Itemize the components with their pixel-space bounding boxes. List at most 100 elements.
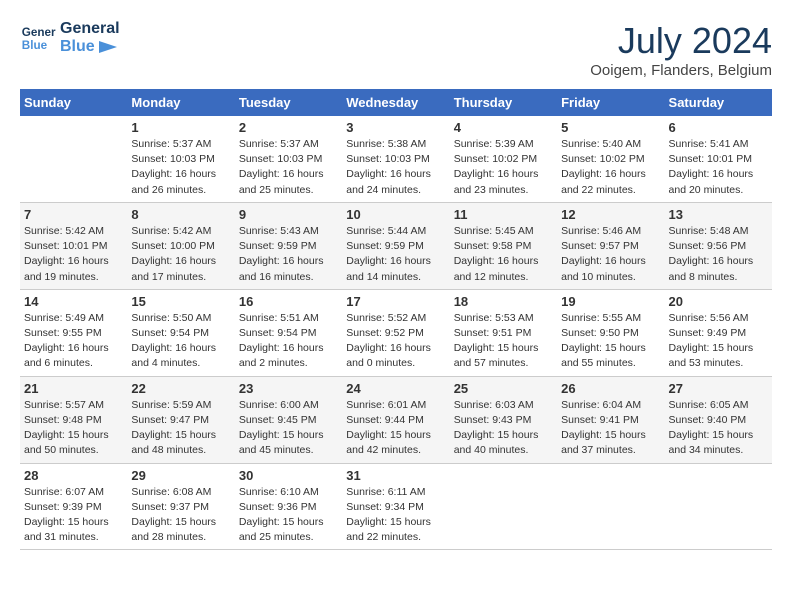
day-number: 23 bbox=[239, 381, 338, 396]
logo-flag-icon bbox=[97, 39, 119, 55]
calendar-cell: 5 Sunrise: 5:40 AM Sunset: 10:02 PM Dayli… bbox=[557, 116, 664, 202]
day-info: Sunrise: 6:08 AM Sunset: 9:37 PM Dayligh… bbox=[131, 485, 230, 546]
calendar-cell: 10 Sunrise: 5:44 AM Sunset: 9:59 PM Dayli… bbox=[342, 202, 449, 289]
title-block: July 2024 Ooigem, Flanders, Belgium bbox=[590, 20, 772, 79]
day-number: 5 bbox=[561, 120, 660, 135]
weekday-header-row: SundayMondayTuesdayWednesdayThursdayFrid… bbox=[20, 89, 772, 116]
page-header: General Blue General Blue July 2024 Ooig… bbox=[20, 20, 772, 79]
logo-icon: General Blue bbox=[20, 20, 56, 56]
day-info: Sunrise: 5:52 AM Sunset: 9:52 PM Dayligh… bbox=[346, 311, 445, 372]
calendar-cell: 4 Sunrise: 5:39 AM Sunset: 10:02 PM Dayli… bbox=[450, 116, 557, 202]
calendar-cell: 11 Sunrise: 5:45 AM Sunset: 9:58 PM Dayli… bbox=[450, 202, 557, 289]
day-info: Sunrise: 5:40 AM Sunset: 10:02 PM Daylig… bbox=[561, 137, 660, 198]
day-number: 7 bbox=[24, 207, 123, 222]
day-info: Sunrise: 5:55 AM Sunset: 9:50 PM Dayligh… bbox=[561, 311, 660, 372]
day-number: 14 bbox=[24, 294, 123, 309]
calendar-cell: 1Sunrise: 5:37 AM Sunset: 10:03 PM Dayli… bbox=[127, 116, 234, 202]
day-number: 8 bbox=[131, 207, 230, 222]
day-info: Sunrise: 5:46 AM Sunset: 9:57 PM Dayligh… bbox=[561, 224, 660, 285]
day-info: Sunrise: 5:41 AM Sunset: 10:01 PM Daylig… bbox=[669, 137, 768, 198]
calendar-cell: 19 Sunrise: 5:55 AM Sunset: 9:50 PM Dayli… bbox=[557, 289, 664, 376]
day-info: Sunrise: 6:07 AM Sunset: 9:39 PM Dayligh… bbox=[24, 485, 123, 546]
week-row-1: 1 Sunrise: 5:37 AM Sunset: 10:03 PM Dayli… bbox=[20, 116, 772, 202]
day-info: Sunrise: 5:44 AM Sunset: 9:59 PM Dayligh… bbox=[346, 224, 445, 285]
day-info: Sunrise: 5:57 AM Sunset: 9:48 PM Dayligh… bbox=[24, 398, 123, 459]
day-number: 4 bbox=[454, 120, 553, 135]
day-info: Sunrise: 6:11 AM Sunset: 9:34 PM Dayligh… bbox=[346, 485, 445, 546]
calendar-cell: 3 Sunrise: 5:38 AM Sunset: 10:03 PM Dayli… bbox=[342, 116, 449, 202]
day-number: 2 bbox=[239, 120, 338, 135]
calendar-cell: 20Sunrise: 5:56 AM Sunset: 9:49 PM Dayli… bbox=[665, 289, 772, 376]
calendar-cell bbox=[665, 463, 772, 550]
calendar-cell: 31 Sunrise: 6:11 AM Sunset: 9:34 PM Dayli… bbox=[342, 463, 449, 550]
calendar-cell: 7 Sunrise: 5:42 AM Sunset: 10:01 PM Dayli… bbox=[20, 202, 127, 289]
day-info: Sunrise: 5:49 AM Sunset: 9:55 PM Dayligh… bbox=[24, 311, 123, 372]
day-number: 18 bbox=[454, 294, 553, 309]
calendar-body: 1 Sunrise: 5:37 AM Sunset: 10:03 PM Dayli… bbox=[20, 116, 772, 550]
location-subtitle: Ooigem, Flanders, Belgium bbox=[590, 62, 772, 79]
calendar-cell: 25Sunrise: 6:03 AM Sunset: 9:43 PM Dayli… bbox=[450, 376, 557, 463]
logo-general: General bbox=[60, 20, 120, 38]
calendar-cell: 17 Sunrise: 5:52 AM Sunset: 9:52 PM Dayli… bbox=[342, 289, 449, 376]
day-number: 17 bbox=[346, 294, 445, 309]
calendar-cell: 26 Sunrise: 6:04 AM Sunset: 9:41 PM Dayli… bbox=[557, 376, 664, 463]
day-info: Sunrise: 6:01 AM Sunset: 9:44 PM Dayligh… bbox=[346, 398, 445, 459]
calendar-cell: 15Sunrise: 5:50 AM Sunset: 9:54 PM Dayli… bbox=[127, 289, 234, 376]
day-info: Sunrise: 5:37 AM Sunset: 10:03 PM Daylig… bbox=[239, 137, 338, 198]
day-info: Sunrise: 5:53 AM Sunset: 9:51 PM Dayligh… bbox=[454, 311, 553, 372]
day-number: 3 bbox=[346, 120, 445, 135]
day-info: Sunrise: 6:05 AM Sunset: 9:40 PM Dayligh… bbox=[669, 398, 768, 459]
day-info: Sunrise: 5:43 AM Sunset: 9:59 PM Dayligh… bbox=[239, 224, 338, 285]
day-info: Sunrise: 5:48 AM Sunset: 9:56 PM Dayligh… bbox=[669, 224, 768, 285]
logo-line1: General bbox=[22, 26, 56, 39]
calendar-cell: 8Sunrise: 5:42 AM Sunset: 10:00 PM Dayli… bbox=[127, 202, 234, 289]
calendar-cell: 29 Sunrise: 6:08 AM Sunset: 9:37 PM Dayli… bbox=[127, 463, 234, 550]
logo-line2: Blue bbox=[22, 39, 48, 52]
day-number: 9 bbox=[239, 207, 338, 222]
day-info: Sunrise: 5:51 AM Sunset: 9:54 PM Dayligh… bbox=[239, 311, 338, 372]
logo: General Blue General Blue bbox=[20, 20, 120, 56]
day-number: 20 bbox=[669, 294, 768, 309]
calendar-cell: 24 Sunrise: 6:01 AM Sunset: 9:44 PM Dayli… bbox=[342, 376, 449, 463]
day-info: Sunrise: 5:42 AM Sunset: 10:01 PM Daylig… bbox=[24, 224, 123, 285]
calendar-cell: 21 Sunrise: 5:57 AM Sunset: 9:48 PM Dayli… bbox=[20, 376, 127, 463]
day-number: 16 bbox=[239, 294, 338, 309]
calendar-cell: 14 Sunrise: 5:49 AM Sunset: 9:55 PM Dayli… bbox=[20, 289, 127, 376]
calendar-cell: 22Sunrise: 5:59 AM Sunset: 9:47 PM Dayli… bbox=[127, 376, 234, 463]
day-info: Sunrise: 6:04 AM Sunset: 9:41 PM Dayligh… bbox=[561, 398, 660, 459]
day-number: 13 bbox=[669, 207, 768, 222]
week-row-3: 14 Sunrise: 5:49 AM Sunset: 9:55 PM Dayli… bbox=[20, 289, 772, 376]
day-number: 1 bbox=[131, 120, 230, 135]
day-number: 31 bbox=[346, 468, 445, 483]
day-number: 11 bbox=[454, 207, 553, 222]
day-number: 24 bbox=[346, 381, 445, 396]
calendar-cell bbox=[450, 463, 557, 550]
day-number: 12 bbox=[561, 207, 660, 222]
calendar-cell: 28 Sunrise: 6:07 AM Sunset: 9:39 PM Dayli… bbox=[20, 463, 127, 550]
day-info: Sunrise: 5:38 AM Sunset: 10:03 PM Daylig… bbox=[346, 137, 445, 198]
day-number: 30 bbox=[239, 468, 338, 483]
calendar-cell: 6Sunrise: 5:41 AM Sunset: 10:01 PM Dayli… bbox=[665, 116, 772, 202]
day-number: 10 bbox=[346, 207, 445, 222]
day-number: 19 bbox=[561, 294, 660, 309]
week-row-4: 21 Sunrise: 5:57 AM Sunset: 9:48 PM Dayli… bbox=[20, 376, 772, 463]
calendar-cell bbox=[557, 463, 664, 550]
day-number: 28 bbox=[24, 468, 123, 483]
logo-blue: Blue bbox=[60, 38, 120, 56]
weekday-header-saturday: Saturday bbox=[665, 89, 772, 116]
month-year-title: July 2024 bbox=[590, 20, 772, 62]
day-number: 22 bbox=[131, 381, 230, 396]
weekday-header-thursday: Thursday bbox=[450, 89, 557, 116]
weekday-header-wednesday: Wednesday bbox=[342, 89, 449, 116]
day-info: Sunrise: 5:45 AM Sunset: 9:58 PM Dayligh… bbox=[454, 224, 553, 285]
day-number: 21 bbox=[24, 381, 123, 396]
day-info: Sunrise: 6:10 AM Sunset: 9:36 PM Dayligh… bbox=[239, 485, 338, 546]
day-info: Sunrise: 5:39 AM Sunset: 10:02 PM Daylig… bbox=[454, 137, 553, 198]
calendar-cell: 30 Sunrise: 6:10 AM Sunset: 9:36 PM Dayli… bbox=[235, 463, 342, 550]
day-number: 26 bbox=[561, 381, 660, 396]
week-row-2: 7 Sunrise: 5:42 AM Sunset: 10:01 PM Dayli… bbox=[20, 202, 772, 289]
day-info: Sunrise: 5:50 AM Sunset: 9:54 PM Dayligh… bbox=[131, 311, 230, 372]
calendar-cell: 2 Sunrise: 5:37 AM Sunset: 10:03 PM Dayli… bbox=[235, 116, 342, 202]
calendar-cell: 23Sunrise: 6:00 AM Sunset: 9:45 PM Dayli… bbox=[235, 376, 342, 463]
day-number: 29 bbox=[131, 468, 230, 483]
